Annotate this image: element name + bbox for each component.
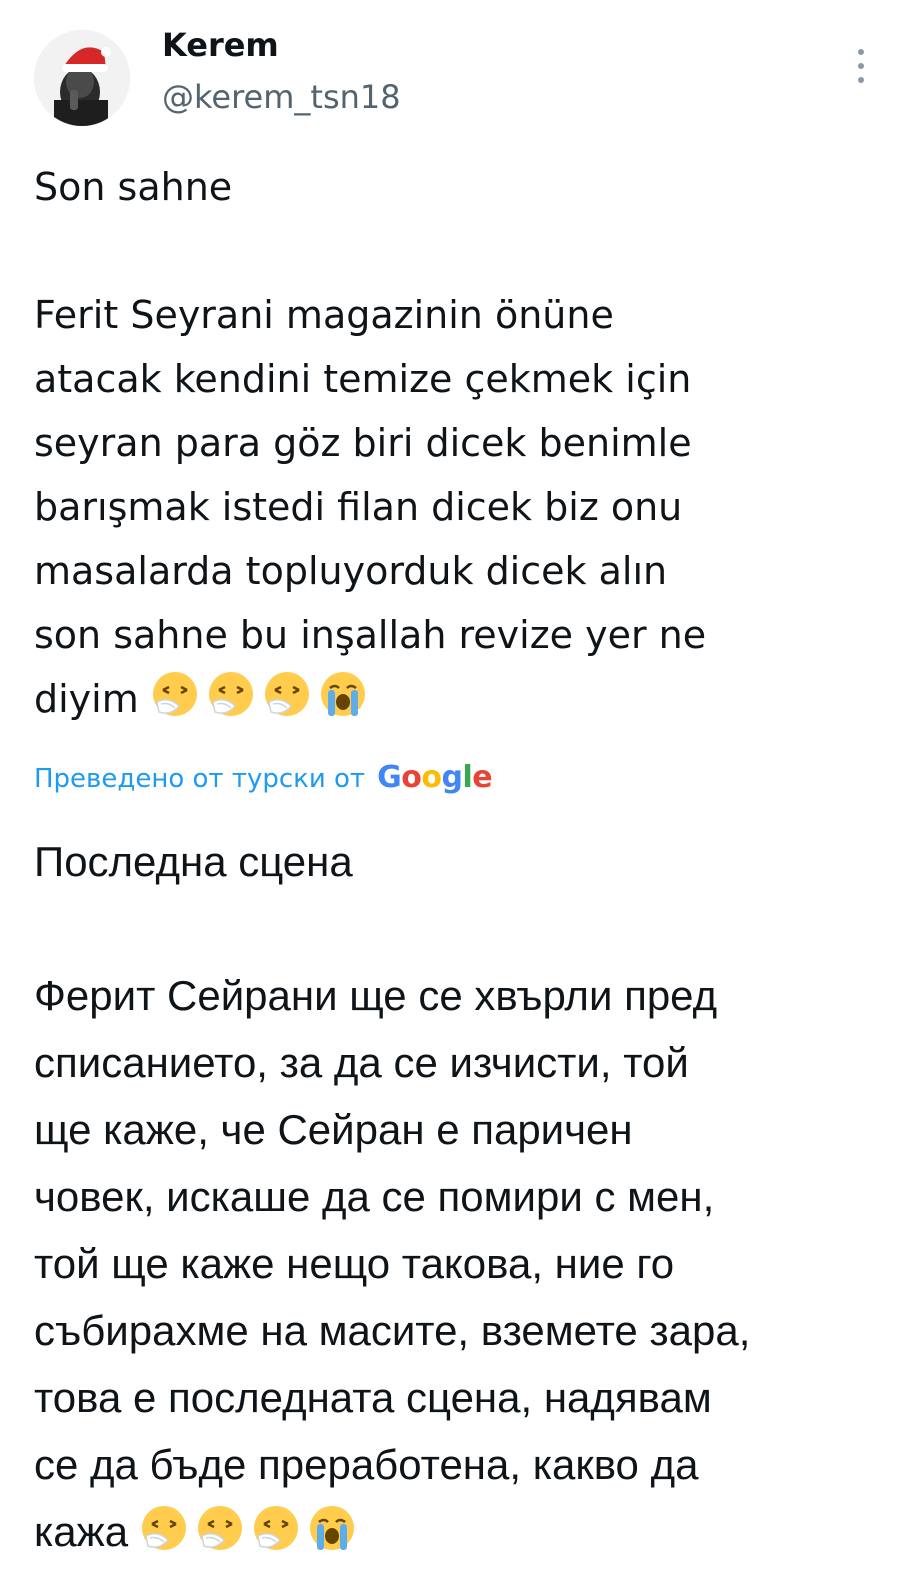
more-vertical-icon[interactable] (846, 44, 876, 88)
sneezing-face-icon (152, 672, 197, 716)
tweet-header: Kerem @kerem_tsn18 (0, 0, 921, 140)
sneezing-face-icon (142, 1506, 187, 1550)
loudly-crying-face-icon (310, 1506, 355, 1550)
avatar[interactable] (34, 30, 130, 126)
translation-text-body: Последна сцена Ферит Сейрани ще се хвърл… (34, 838, 751, 1555)
sneezing-face-icon (198, 1506, 243, 1550)
tweet-emoji-row (149, 668, 369, 720)
author-handle[interactable]: @kerem_tsn18 (162, 78, 401, 116)
translated-by-link[interactable]: Преведено от турски от Google (34, 760, 493, 795)
translation-text: Последна сцена Ферит Сейрани ще се хвърл… (34, 828, 904, 1565)
sneezing-face-icon (254, 1506, 299, 1550)
translation-emoji-row (138, 1502, 358, 1554)
loudly-crying-face-icon (320, 672, 365, 716)
tweet-text-body: Son sahne Ferit Seyrani magazinin önüne … (34, 165, 707, 721)
author-name[interactable]: Kerem (162, 26, 279, 64)
translation-label[interactable]: Преведено от турски от (34, 764, 365, 794)
google-logo: Google (377, 760, 493, 795)
sneezing-face-icon (208, 672, 253, 716)
tweet-text: Son sahne Ferit Seyrani magazinin önüne … (34, 155, 894, 731)
sneezing-face-icon (264, 672, 309, 716)
